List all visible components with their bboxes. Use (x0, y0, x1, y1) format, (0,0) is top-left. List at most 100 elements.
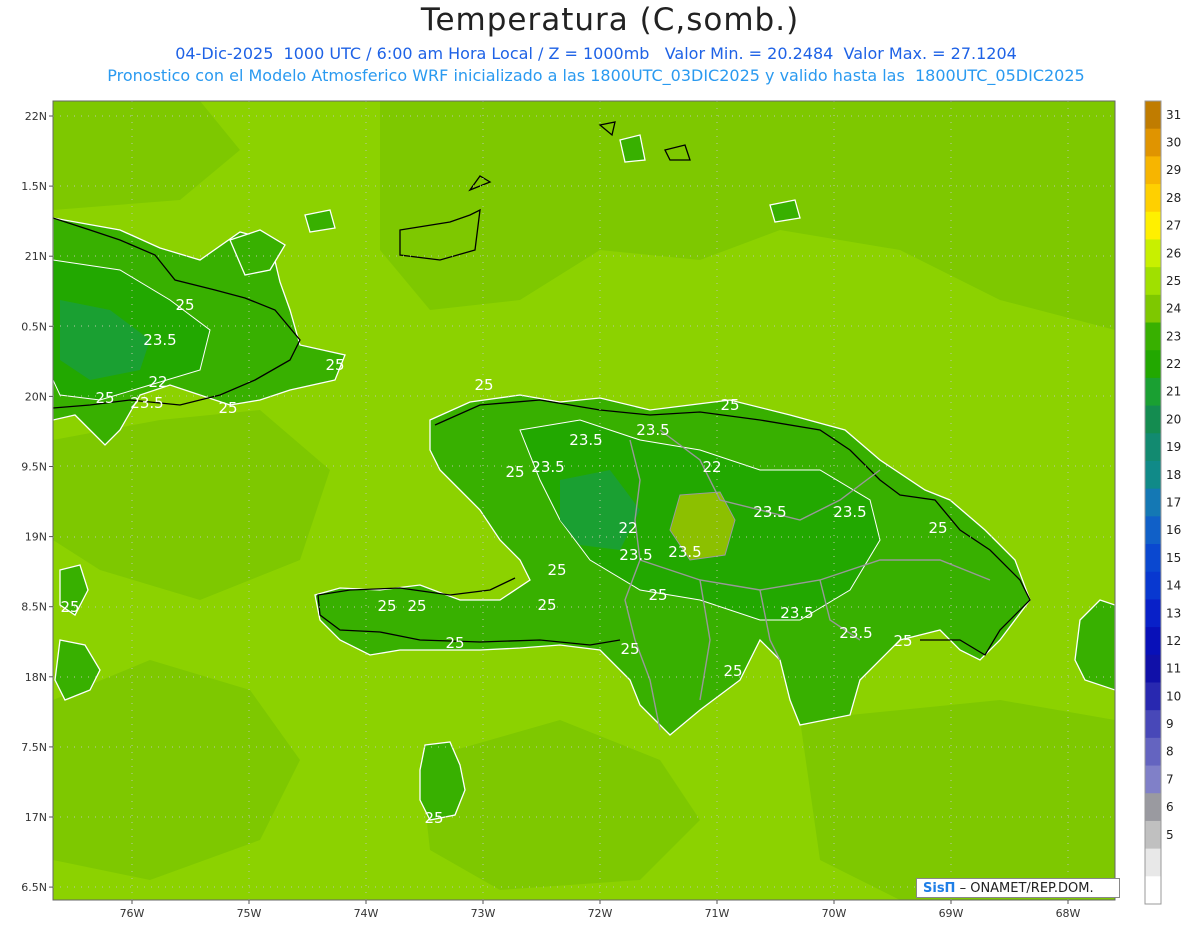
colorbar-swatch (1145, 488, 1161, 517)
lat-tick-label: 0.5N (21, 320, 47, 333)
colorbar-swatch (1145, 184, 1161, 213)
temperature-map: 25 23.5 22 25 23.5 25 25 25 23.5 23.5 25 23.5 22 25 23… (21, 100, 1181, 920)
lat-tick-label: 1.5N (21, 180, 47, 193)
colorbar-label: 23 (1166, 329, 1181, 343)
contour-label: 25 (547, 561, 566, 579)
contour-label: 25 (474, 376, 493, 394)
colorbar-swatch (1145, 377, 1161, 407)
contour-label: 25 (218, 399, 237, 417)
colorbar-label: 7 (1166, 772, 1174, 786)
colorbar-swatch (1145, 654, 1161, 683)
colorbar-label: 9 (1166, 717, 1174, 731)
credit-text: – ONAMET/REP.DOM. (959, 881, 1094, 896)
lon-tick-label: 75W (237, 907, 262, 920)
map-frame: 25 23.5 22 25 23.5 25 25 25 23.5 23.5 25 23.5 22 25 23… (53, 101, 1115, 900)
colorbar-swatch (1145, 294, 1161, 324)
colorbar-label: 22 (1166, 357, 1181, 371)
credit-box: SisΠ – ONAMET/REP.DOM. (916, 878, 1120, 898)
lat-tick-label: 21N (25, 250, 47, 263)
colorbar-label: 14 (1166, 579, 1181, 593)
colorbar-swatch (1145, 405, 1161, 434)
contour-label: 22 (702, 458, 721, 476)
colorbar-swatch (1145, 710, 1161, 739)
colorbar-label: 30 (1166, 136, 1181, 150)
contour-label: 22 (618, 519, 637, 537)
colorbar-label: 17 (1166, 496, 1181, 510)
colorbar-label: 20 (1166, 412, 1181, 426)
contour-label: 25 (620, 640, 639, 658)
colorbar-swatch (1145, 848, 1161, 877)
latitude-axis: 22N 1.5N 21N 0.5N 20N 9.5N 19N 8.5N 18N 7.5N 17N 6.… (21, 110, 53, 894)
colorbar-swatch (1145, 682, 1161, 711)
colorbar: 31 30 29 28 27 26 25 24 23 22 21 20 19 18 17 16 15 14 13 12… (1144, 100, 1181, 905)
contour-label: 23.5 (668, 543, 701, 561)
colorbar-swatch (1145, 737, 1161, 767)
colorbar-label: 11 (1166, 662, 1181, 676)
lat-tick-label: 9.5N (21, 461, 47, 474)
contour-label: 25 (720, 396, 739, 414)
colorbar-label: 18 (1166, 468, 1181, 482)
colorbar-swatch (1145, 433, 1161, 462)
longitude-axis: 76W 75W 74W 73W 72W 71W 70W 69W 68W (120, 900, 1081, 920)
contour-label: 22 (148, 373, 167, 391)
contour-label: 25 (95, 389, 114, 407)
contour-label: 23.5 (833, 503, 866, 521)
contour-label: 25 (893, 632, 912, 650)
contour-label: 25 (537, 596, 556, 614)
colorbar-swatch (1145, 101, 1161, 130)
colorbar-swatch (1145, 322, 1161, 351)
colorbar-swatch (1145, 876, 1161, 905)
lat-tick-label: 18N (25, 671, 47, 684)
contour-label: 23.5 (839, 624, 872, 642)
contour-label: 25 (175, 296, 194, 314)
colorbar-swatch (1145, 599, 1161, 628)
colorbar-swatch (1145, 544, 1161, 573)
lat-tick-label: 20N (25, 390, 47, 403)
colorbar-label: 25 (1166, 274, 1181, 288)
contour-label: 25 (424, 809, 443, 827)
colorbar-swatch (1145, 820, 1161, 850)
lon-tick-label: 76W (120, 907, 145, 920)
colorbar-label: 6 (1166, 800, 1174, 814)
lon-tick-label: 71W (705, 907, 730, 920)
contour-label: 23.5 (569, 431, 602, 449)
colorbar-label: 26 (1166, 246, 1181, 260)
colorbar-label: 5 (1166, 828, 1174, 842)
colorbar-swatch (1145, 239, 1161, 268)
contour-label: 25 (407, 597, 426, 615)
colorbar-swatch (1145, 793, 1161, 822)
colorbar-label: 15 (1166, 551, 1181, 565)
colorbar-label: 12 (1166, 634, 1181, 648)
contour-label: 25 (928, 519, 947, 537)
lon-tick-label: 70W (822, 907, 847, 920)
colorbar-label: 24 (1166, 302, 1181, 316)
colorbar-label: 19 (1166, 440, 1181, 454)
contour-label: 23.5 (780, 604, 813, 622)
lat-tick-label: 19N (25, 531, 47, 544)
colorbar-label: 8 (1166, 745, 1174, 759)
lon-tick-label: 72W (588, 907, 613, 920)
colorbar-label: 28 (1166, 191, 1181, 205)
lat-tick-label: 6.5N (21, 881, 47, 894)
colorbar-swatch (1145, 765, 1161, 794)
lon-tick-label: 69W (939, 907, 964, 920)
contour-label: 25 (445, 634, 464, 652)
contour-label: 25 (723, 662, 742, 680)
colorbar-label: 13 (1166, 606, 1181, 620)
lat-tick-label: 7.5N (21, 741, 47, 754)
colorbar-label: 10 (1166, 689, 1181, 703)
colorbar-swatch (1145, 627, 1161, 656)
colorbar-label: 21 (1166, 385, 1181, 399)
colorbar-swatch (1145, 516, 1161, 545)
contour-label: 23.5 (130, 394, 163, 412)
colorbar-swatch (1145, 571, 1161, 600)
contour-label: 23.5 (143, 331, 176, 349)
colorbar-label: 29 (1166, 163, 1181, 177)
colorbar-swatch (1145, 350, 1161, 379)
lat-tick-label: 8.5N (21, 601, 47, 614)
contour-label: 25 (377, 597, 396, 615)
lat-tick-label: 22N (25, 110, 47, 123)
colorbar-label: 31 (1166, 108, 1181, 122)
sispi-brand: SisΠ (923, 881, 956, 896)
contour-label: 23.5 (753, 503, 786, 521)
